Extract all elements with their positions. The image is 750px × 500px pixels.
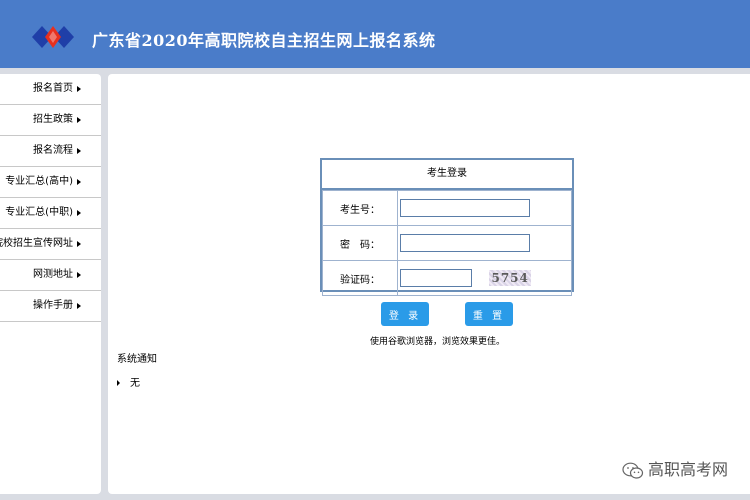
browser-hint: 使用谷歌浏览器，浏览效果更佳。 (370, 337, 506, 347)
sidebar-item-policy[interactable]: 招生政策 (0, 105, 101, 136)
sidebar-nav: 报名首页 招生政策 报名流程 专业汇总(高中) 专业汇总(中职) 院校招生宣传网… (0, 74, 101, 494)
header-bar: 广东省2020年高职院校自主招生网上报名系统 (0, 0, 750, 68)
sidebar-item-label: 专业汇总(中职) (5, 207, 73, 218)
wechat-icon (622, 462, 644, 479)
caret-right-icon (117, 380, 120, 386)
watermark: 高职高考网 (622, 456, 728, 480)
sidebar-item-home[interactable]: 报名首页 (0, 74, 101, 105)
notice-title: 系统通知 (117, 354, 157, 365)
captcha-label: 验证码： (322, 260, 398, 296)
sidebar-item-manual[interactable]: 操作手册 (0, 291, 101, 322)
main-panel: 考生登录 考生号： 密 码： 验证码： 5754 登 录 重 置 使用谷歌浏览器… (108, 74, 750, 494)
notice-item[interactable]: 无 (117, 374, 140, 389)
diamond-logo-icon (32, 26, 74, 48)
sidebar-item-majors-vocational[interactable]: 专业汇总(中职) (0, 198, 101, 229)
reset-button[interactable]: 重 置 (465, 302, 513, 326)
sidebar-item-process[interactable]: 报名流程 (0, 136, 101, 167)
page-title: 广东省2020年高职院校自主招生网上报名系统 (92, 31, 436, 50)
sidebar-item-label: 网测地址 (33, 269, 73, 280)
password-input[interactable] (400, 234, 530, 252)
caret-right-icon (77, 303, 81, 309)
caret-right-icon (77, 241, 81, 247)
sidebar-item-majors-highschool[interactable]: 专业汇总(高中) (0, 167, 101, 198)
notice-item-text: 无 (130, 378, 140, 389)
student-id-input[interactable] (400, 199, 530, 217)
caret-right-icon (77, 148, 81, 154)
caret-right-icon (77, 179, 81, 185)
password-label: 密 码： (322, 225, 398, 261)
sidebar-item-label: 院校招生宣传网址 (0, 238, 73, 249)
captcha-image[interactable]: 5754 (489, 269, 532, 286)
captcha-input[interactable] (400, 269, 472, 287)
watermark-text: 高职高考网 (648, 460, 729, 479)
login-title: 考生登录 (322, 160, 572, 190)
sidebar-item-label: 招生政策 (33, 114, 73, 125)
student-id-label: 考生号： (322, 190, 398, 226)
sidebar-item-label: 报名首页 (33, 83, 73, 94)
sidebar-item-label: 专业汇总(高中) (5, 176, 73, 187)
sidebar-item-label: 操作手册 (33, 300, 73, 311)
caret-right-icon (77, 272, 81, 278)
caret-right-icon (77, 210, 81, 216)
login-button[interactable]: 登 录 (381, 302, 429, 326)
login-fields-table: 考生号： 密 码： 验证码： 5754 (322, 190, 572, 296)
caret-right-icon (77, 86, 81, 92)
login-form: 考生登录 考生号： 密 码： 验证码： 5754 (320, 158, 574, 296)
sidebar-item-college-sites[interactable]: 院校招生宣传网址 (0, 229, 101, 260)
sidebar-item-online-test[interactable]: 网测地址 (0, 260, 101, 291)
caret-right-icon (77, 117, 81, 123)
sidebar-item-label: 报名流程 (33, 145, 73, 156)
